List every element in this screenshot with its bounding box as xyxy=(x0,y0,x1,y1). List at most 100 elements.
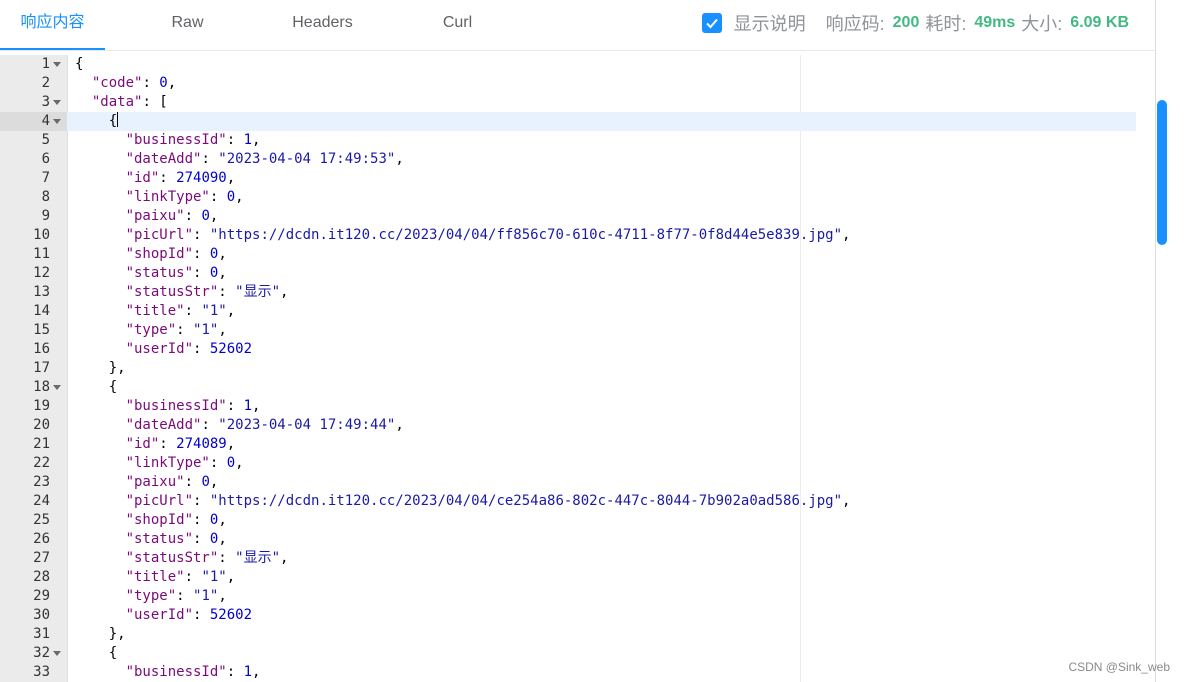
elapsed-time-value: 49ms xyxy=(974,14,1016,31)
code-line[interactable]: 1{ xyxy=(0,55,1136,74)
code-text: { xyxy=(75,378,117,397)
code-line[interactable]: 27 "statusStr": "显示", xyxy=(0,549,1136,568)
line-number: 6 xyxy=(0,150,67,169)
code-line[interactable]: 7 "id": 274090, xyxy=(0,169,1136,188)
code-line[interactable]: 28 "title": "1", xyxy=(0,568,1136,587)
tab-response-body[interactable]: 响应内容 xyxy=(0,0,105,50)
code-token: "shopId" xyxy=(125,246,194,262)
code-line[interactable]: 4 { xyxy=(0,112,1136,131)
code-line[interactable]: 29 "type": "1", xyxy=(0,587,1136,606)
code-line[interactable]: 25 "shopId": 0, xyxy=(0,511,1136,530)
code-line[interactable]: 32 { xyxy=(0,644,1136,663)
code-token: : xyxy=(209,189,227,205)
code-token: "paixu" xyxy=(125,474,185,490)
status-code-value: 200 xyxy=(892,14,920,31)
code-text: "businessId": 1, xyxy=(75,663,261,682)
fold-toggle-icon[interactable] xyxy=(53,62,61,67)
code-line[interactable]: 2 "code": 0, xyxy=(0,74,1136,93)
code-token: : xyxy=(176,588,194,604)
code-text: "businessId": 1, xyxy=(75,131,261,150)
line-number: 29 xyxy=(0,587,67,606)
line-number: 31 xyxy=(0,625,67,644)
code-line[interactable]: 23 "paixu": 0, xyxy=(0,473,1136,492)
code-token: "status" xyxy=(125,531,194,547)
code-line[interactable]: 6 "dateAdd": "2023-04-04 17:49:53", xyxy=(0,150,1136,169)
code-token: : xyxy=(226,398,244,414)
code-token: "type" xyxy=(125,588,177,604)
show-description-checkbox[interactable] xyxy=(701,13,722,33)
code-token: , xyxy=(209,208,219,224)
line-number-text: 33 xyxy=(33,664,50,680)
code-token: , xyxy=(395,151,404,167)
json-editor[interactable]: 1{2 "code": 0, 3 "data": [4 {5 "businessI… xyxy=(0,55,1155,682)
code-token: "userId" xyxy=(125,341,194,357)
code-token: , xyxy=(235,189,244,205)
code-line[interactable]: 5 "businessId": 1, xyxy=(0,131,1136,150)
code-line[interactable]: 26 "status": 0, xyxy=(0,530,1136,549)
code-line[interactable]: 3 "data": [ xyxy=(0,93,1136,112)
code-token: : xyxy=(193,265,210,281)
code-token: : xyxy=(193,246,210,262)
code-text: "linkType": 0, xyxy=(75,188,244,207)
code-line[interactable]: 30 "userId": 52602 xyxy=(0,606,1136,625)
code-text: { xyxy=(75,112,119,131)
line-number: 9 xyxy=(0,207,67,226)
code-token: "id" xyxy=(125,170,160,186)
tab-raw[interactable]: Raw xyxy=(140,0,235,50)
code-line[interactable]: 24 "picUrl": "https://dcdn.it120.cc/2023… xyxy=(0,492,1136,511)
line-number: 20 xyxy=(0,416,67,435)
code-line[interactable]: 18 { xyxy=(0,378,1136,397)
code-token: : xyxy=(184,474,202,490)
code-token: 0 xyxy=(201,208,210,224)
code-token: : xyxy=(209,455,227,471)
code-line[interactable]: 12 "status": 0, xyxy=(0,264,1136,283)
code-token: , xyxy=(226,436,236,452)
code-text: "userId": 52602 xyxy=(75,606,252,625)
status-code-label: 响应码: xyxy=(825,14,885,34)
line-number: 11 xyxy=(0,245,67,264)
code-token: 52602 xyxy=(209,607,253,623)
line-number: 5 xyxy=(0,131,67,150)
code-line[interactable]: 17 }, xyxy=(0,359,1136,378)
code-line[interactable]: 20 "dateAdd": "2023-04-04 17:49:44", xyxy=(0,416,1136,435)
fold-toggle-icon[interactable] xyxy=(53,100,61,105)
code-line[interactable]: 14 "title": "1", xyxy=(0,302,1136,321)
fold-toggle-icon[interactable] xyxy=(53,119,61,124)
code-token: "shopId" xyxy=(125,512,194,528)
tab-curl[interactable]: Curl xyxy=(415,0,500,50)
code-token: : xyxy=(226,664,244,680)
code-line[interactable]: 10 "picUrl": "https://dcdn.it120.cc/2023… xyxy=(0,226,1136,245)
code-text: { xyxy=(75,644,117,663)
line-number-text: 20 xyxy=(33,417,50,433)
fold-toggle-icon[interactable] xyxy=(53,651,61,656)
show-description-label[interactable]: 显示说明 xyxy=(734,10,806,36)
code-line[interactable]: 13 "statusStr": "显示", xyxy=(0,283,1136,302)
tab-headers[interactable]: Headers xyxy=(270,0,375,50)
code-line[interactable]: 19 "businessId": 1, xyxy=(0,397,1136,416)
line-number: 23 xyxy=(0,473,67,492)
code-line[interactable]: 8 "linkType": 0, xyxy=(0,188,1136,207)
code-token: : xyxy=(142,75,160,91)
code-text: "data": [ xyxy=(75,93,168,112)
code-token: "显示" xyxy=(235,550,281,566)
code-line[interactable]: 22 "linkType": 0, xyxy=(0,454,1136,473)
code-token: , xyxy=(226,303,236,319)
line-number: 30 xyxy=(0,606,67,625)
code-text: "title": "1", xyxy=(75,568,236,587)
fold-toggle-icon[interactable] xyxy=(53,385,61,390)
code-line[interactable]: 16 "userId": 52602 xyxy=(0,340,1136,359)
code-line[interactable]: 33 "businessId": 1, xyxy=(0,663,1136,682)
code-token: , xyxy=(280,284,289,300)
line-number: 32 xyxy=(0,644,67,663)
code-line[interactable]: 9 "paixu": 0, xyxy=(0,207,1136,226)
code-line[interactable]: 15 "type": "1", xyxy=(0,321,1136,340)
code-line[interactable]: 11 "shopId": 0, xyxy=(0,245,1136,264)
scrollbar-thumb[interactable] xyxy=(1157,100,1167,245)
code-line[interactable]: 21 "id": 274089, xyxy=(0,435,1136,454)
code-line[interactable]: 31 }, xyxy=(0,625,1136,644)
